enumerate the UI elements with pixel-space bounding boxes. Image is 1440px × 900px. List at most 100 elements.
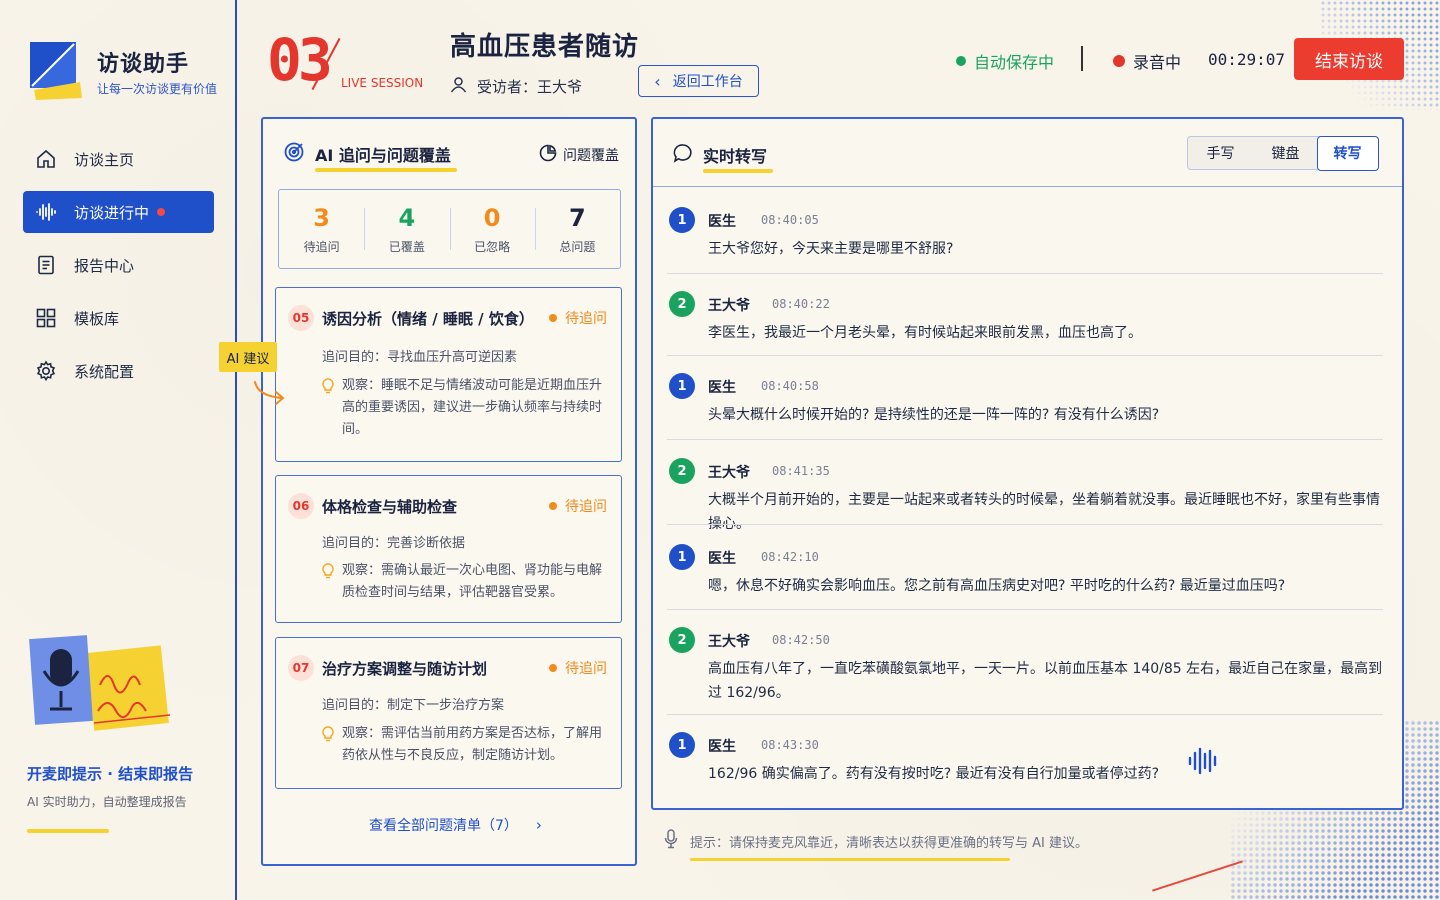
sidebar: 访谈助手 让每一次访谈更有价值 访谈主页 访谈进行中 报告中心 模板库 系统配置… [0, 0, 237, 900]
header-divider [1081, 46, 1083, 71]
message-time: 08:43:30 [761, 738, 819, 752]
speaker-name: 医生 [708, 214, 736, 230]
question-number: 05 [288, 305, 314, 331]
waveform-icon [35, 201, 57, 223]
logo-icon [30, 42, 82, 100]
live-session-label: LIVE SESSION [341, 76, 424, 90]
brand-subtitle: 让每一次访谈更有价值 [97, 82, 218, 96]
speaker-name: 王大爷 [708, 298, 750, 314]
question-coverage-button[interactable]: 问题覆盖 [539, 144, 619, 166]
chat-bubble-icon [673, 143, 693, 167]
live-indicator-dot [157, 208, 166, 216]
sidebar-item-templates[interactable]: 模板库 [23, 297, 214, 339]
message-time: 08:40:22 [772, 297, 830, 311]
speaker-avatar: 2 [669, 458, 695, 484]
hint-underline [690, 858, 1010, 861]
speaker-avatar: 1 [669, 544, 695, 570]
brand-title: 访谈助手 [97, 52, 190, 77]
promo-title: 开麦即提示 · 结束即报告 [27, 765, 194, 783]
question-status: 待追问 [549, 658, 607, 678]
microphone-illustration [29, 635, 171, 731]
speaker-name: 王大爷 [708, 634, 750, 650]
coverage-link-label: 问题覆盖 [563, 148, 619, 164]
sidebar-item-reports[interactable]: 报告中心 [23, 244, 214, 286]
observation-text: 观察：睡眠不足与情绪波动可能是近期血压升高的重要诱因，建议进一步确认频率与持续时… [342, 378, 603, 437]
home-icon [35, 148, 57, 170]
stat-ignored: 0 已忽略 [449, 190, 535, 268]
message-text: 王大爷您好，今天来主要是哪里不舒服? [708, 241, 954, 257]
question-number: 07 [288, 655, 314, 681]
question-purpose: 追问目的：寻找血压升高可逆因素 [322, 350, 518, 365]
stat-pending: 3 待追问 [279, 190, 364, 268]
question-observation: 观察：睡眠不足与情绪波动可能是近期血压升高的重要诱因，建议进一步确认频率与持续时… [322, 375, 604, 441]
question-stats: 3 待追问 4 已覆盖 0 已忽略 7 总问题 [278, 189, 621, 269]
question-observation: 观察：需评估当前用药方案是否达标，了解用药依从性与不良反应，制定随访计划。 [322, 723, 604, 767]
back-to-workspace-button[interactable]: ‹ 返回工作台 [638, 65, 759, 97]
message-time: 08:40:58 [761, 379, 819, 393]
status-dot [549, 314, 557, 322]
message-divider [667, 355, 1383, 356]
question-observation: 观察：需确认最近一次心电图、肾功能与电解质检查时间与结果，评估靶器官受累。 [322, 560, 604, 604]
view-all-label: 查看全部问题清单（7） [369, 818, 518, 834]
speaker-avatar: 1 [669, 732, 695, 758]
stat-label: 待追问 [303, 239, 340, 254]
status-dot [549, 664, 557, 672]
view-all-questions-link[interactable]: 查看全部问题清单（7） › [369, 815, 542, 835]
question-card[interactable]: 06 体格检查与辅助检查 待追问 追问目的：完善诊断依据 观察：需确认最近一次心… [275, 475, 622, 623]
mode-keyboard-tab[interactable]: 键盘 [1253, 137, 1318, 169]
sidebar-item-settings[interactable]: 系统配置 [23, 350, 214, 392]
stat-value: 4 [398, 203, 416, 232]
input-mode-switch: 手写 键盘 转写 [1187, 135, 1379, 171]
message-divider [667, 273, 1383, 274]
stat-value: 0 [483, 203, 501, 232]
speaker-name: 医生 [708, 739, 736, 755]
end-interview-button[interactable]: 结束访谈 [1294, 38, 1404, 80]
status-dot [549, 502, 557, 510]
transcript-header: 实时转写 手写 键盘 转写 [653, 119, 1402, 187]
question-purpose: 追问目的：完善诊断依据 [322, 536, 466, 551]
ai-followup-panel: AI 追问与问题覆盖 问题覆盖 3 待追问 4 已覆盖 0 已忽略 7 总问题 … [261, 117, 637, 866]
interviewee-info: 受访者：王大爷 [450, 76, 582, 97]
stat-total: 7 总问题 [534, 190, 620, 268]
transcript-panel: 实时转写 手写 键盘 转写 1 医生 08:40:05 王大爷您好，今天来主要是… [651, 117, 1404, 810]
autosave-dot [956, 56, 966, 66]
live-audio-waveform-icon [1188, 747, 1217, 775]
question-card[interactable]: 07 治疗方案调整与随访计划 待追问 追问目的：制定下一步治疗方案 观察：需评估… [275, 637, 622, 789]
mode-handwriting-tab[interactable]: 手写 [1188, 137, 1253, 169]
observation-text: 观察：需确认最近一次心电图、肾功能与电解质检查时间与结果，评估靶器官受累。 [342, 563, 603, 600]
message-text: 李医生，我最近一个月老头晕，有时候站起来眼前发黑，血压也高了。 [708, 325, 1142, 341]
status-label: 待追问 [565, 311, 607, 327]
question-status: 待追问 [549, 308, 607, 328]
sidebar-item-interview-in-progress[interactable]: 访谈进行中 [23, 191, 214, 233]
question-title: 治疗方案调整与随访计划 [322, 660, 488, 678]
speaker-avatar: 2 [669, 291, 695, 317]
mode-transcribe-tab[interactable]: 转写 [1316, 135, 1379, 171]
sidebar-item-home[interactable]: 访谈主页 [23, 138, 214, 180]
user-icon [450, 76, 467, 97]
back-button-label: 返回工作台 [672, 74, 743, 90]
sidebar-item-label: 模板库 [74, 309, 120, 328]
speaker-avatar: 2 [669, 627, 695, 653]
ai-panel-header: AI 追问与问题覆盖 [283, 141, 457, 172]
promo-underline [27, 829, 109, 833]
stat-label: 已覆盖 [388, 239, 425, 254]
sidebar-nav: 访谈主页 访谈进行中 报告中心 模板库 系统配置 [23, 138, 214, 403]
observation-text: 观察：需评估当前用药方案是否达标，了解用药依从性与不良反应，制定随访计划。 [342, 726, 603, 763]
sidebar-item-label: 系统配置 [74, 362, 135, 381]
speaker-name: 王大爷 [708, 465, 750, 481]
promo-subtitle: AI 实时助力，自动整理成报告 [27, 795, 187, 809]
sidebar-item-label: 访谈进行中 [74, 203, 150, 222]
lightbulb-icon [322, 726, 334, 750]
session-timer: 00:29:07 [1208, 50, 1286, 69]
target-icon [283, 141, 305, 167]
transcript-title: 实时转写 [703, 143, 774, 173]
stat-label: 总问题 [559, 239, 596, 254]
recording-status: 录音中 [1113, 49, 1181, 73]
gear-icon [35, 360, 57, 382]
message-text: 大概半个月前开始的，主要是一站起来或者转头的时候晕，坐着躺着就没事。最近睡眠也不… [708, 492, 1380, 532]
interviewee-label: 受访者：王大爷 [477, 78, 583, 96]
question-card[interactable]: 05 诱因分析（情绪 / 睡眠 / 饮食） 待追问 追问目的：寻找血压升高可逆因… [275, 287, 622, 462]
transcript-title-group: 实时转写 [673, 143, 774, 173]
recording-dot [1113, 55, 1125, 67]
ai-suggestion-tag: AI 建议 [219, 342, 277, 372]
